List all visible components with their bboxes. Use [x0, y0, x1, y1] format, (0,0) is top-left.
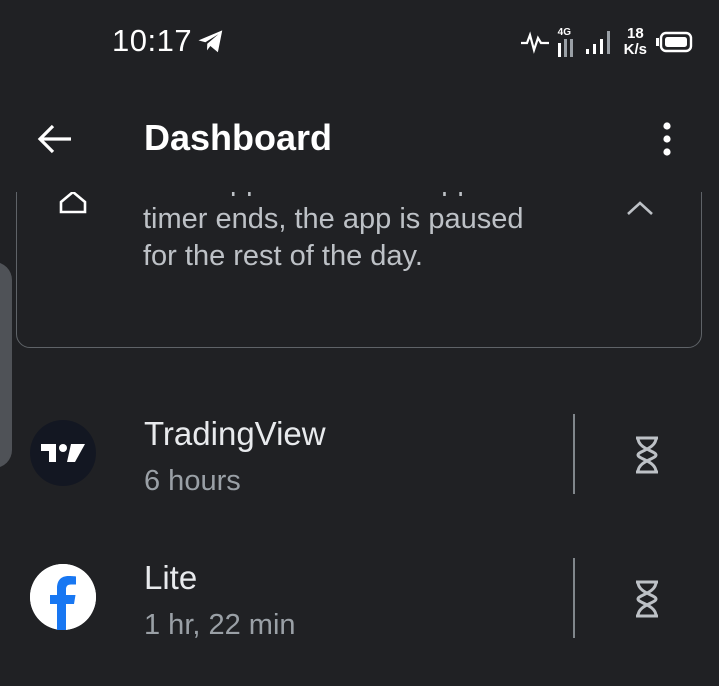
app-usage: 1 hr, 22 min	[144, 609, 296, 641]
lte-signal-icon	[557, 39, 573, 57]
back-button[interactable]	[30, 114, 80, 164]
activity-icon	[520, 31, 549, 54]
chevron-up-icon	[627, 201, 653, 215]
telegram-icon	[198, 30, 223, 53]
facebook-logo-icon	[30, 564, 96, 630]
app-name: TradingView	[144, 415, 326, 452]
tradingview-mark-icon	[41, 444, 85, 462]
tradingview-logo-icon	[30, 420, 96, 486]
network-speed: 18 K/s	[624, 26, 647, 58]
more-options-button[interactable]	[647, 114, 687, 164]
app-timer-info-text: most apps. When the app timer ends, the …	[143, 192, 524, 272]
status-icons: 4G 18 K/s	[520, 22, 693, 62]
row-divider	[573, 414, 575, 494]
more-vert-icon	[663, 122, 671, 156]
app-row-tradingview[interactable]: TradingView 6 hours	[0, 392, 719, 512]
row-divider	[573, 558, 575, 638]
app-usage: 6 hours	[144, 465, 241, 497]
app-row-lite[interactable]: Lite 1 hr, 22 min	[0, 536, 719, 656]
dashboard-content[interactable]: most apps. When the app timer ends, the …	[0, 192, 719, 686]
app-timer-button[interactable]	[622, 574, 672, 624]
arrow-back-icon	[37, 124, 71, 154]
home-icon	[59, 192, 87, 214]
signal-strength-icon	[585, 31, 610, 54]
app-bar: Dashboard	[0, 82, 719, 192]
page-title: Dashboard	[144, 117, 333, 158]
lte-indicator: 4G	[557, 27, 578, 57]
status-bar: 10:17 4G 18 K/s	[0, 0, 719, 82]
lte-label: 4G	[557, 27, 571, 38]
collapse-card-button[interactable]	[620, 198, 660, 224]
screen: 10:17 4G 18 K/s Dashboard timer ends, th…	[0, 0, 719, 686]
app-timer-info-card: most apps. When the app timer ends, the …	[16, 192, 702, 348]
app-timer-button[interactable]	[622, 430, 672, 480]
hourglass-icon	[636, 580, 658, 618]
facebook-f-icon	[30, 564, 96, 630]
network-speed-unit: K/s	[623, 41, 647, 58]
hourglass-icon	[636, 436, 658, 474]
app-name: Lite	[144, 559, 198, 596]
battery-icon	[656, 31, 693, 53]
network-speed-value: 18	[626, 25, 644, 42]
status-clock: 10:17	[112, 23, 193, 58]
